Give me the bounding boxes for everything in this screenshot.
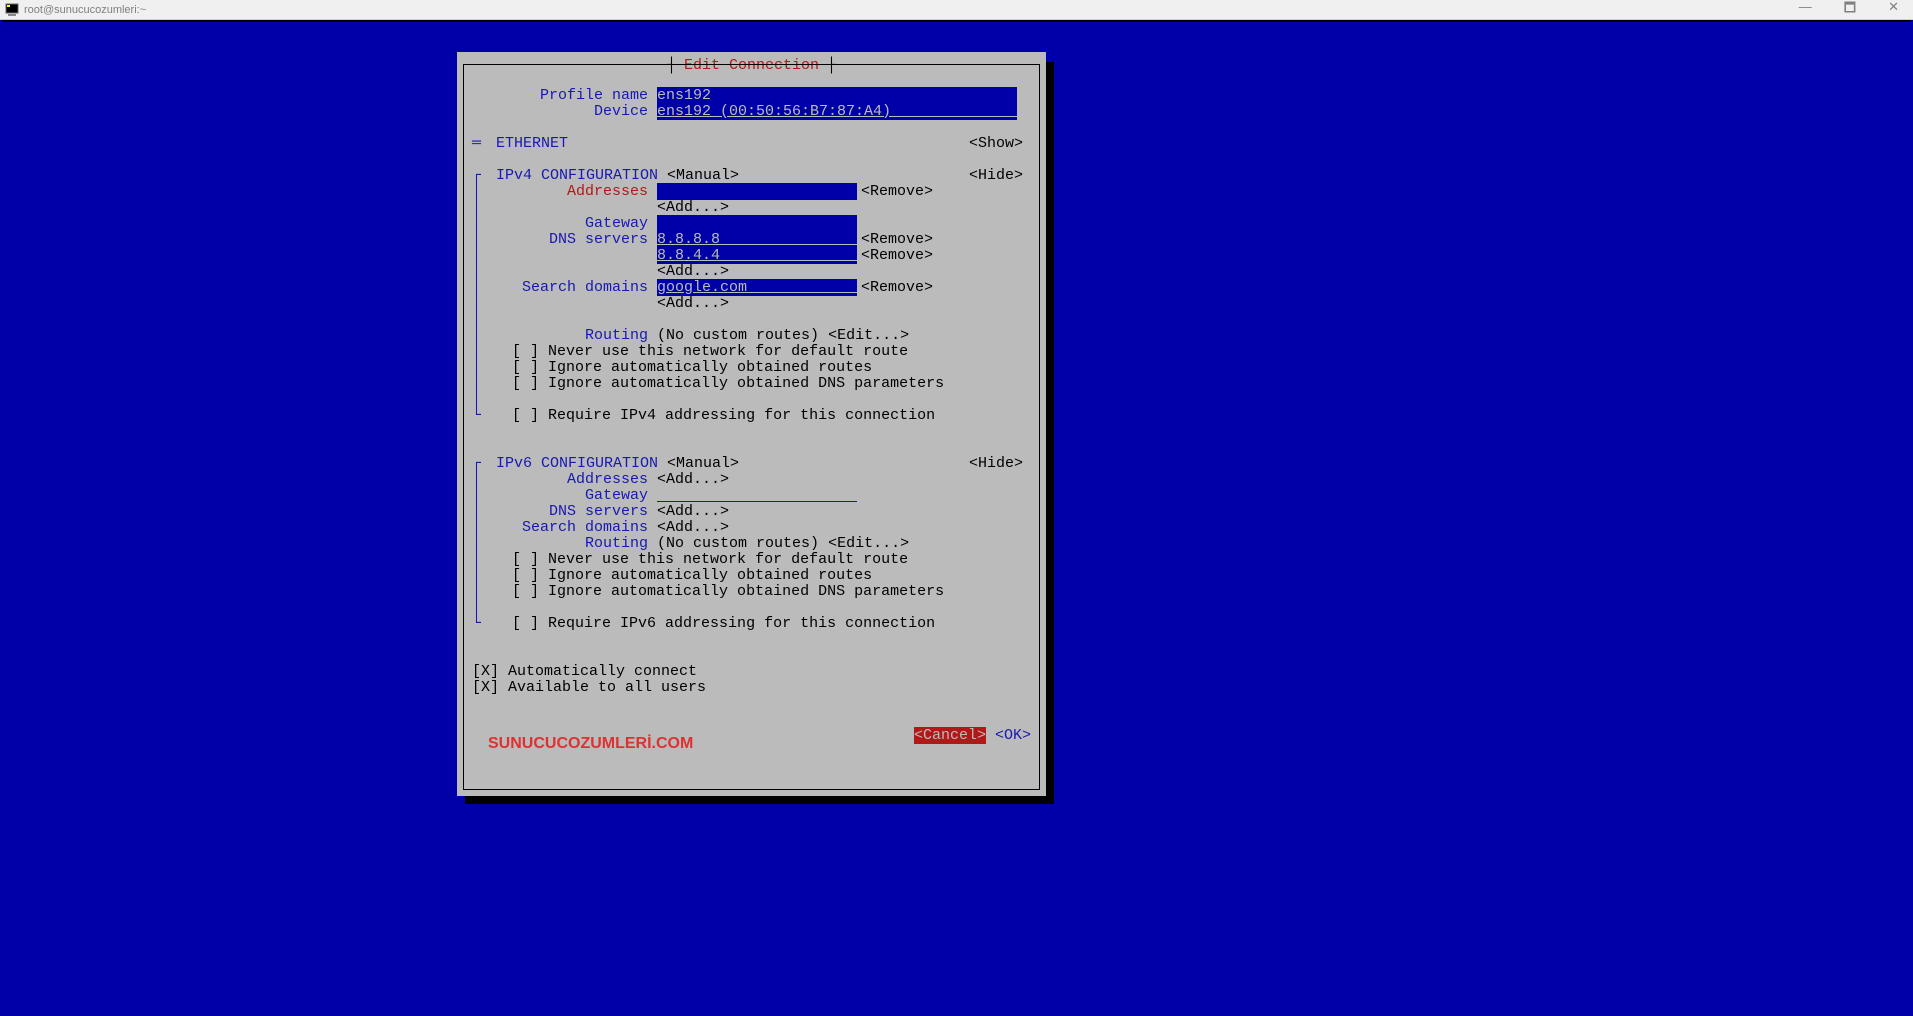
ipv6-never-default-checkbox[interactable]: [ ] [512, 551, 539, 568]
ipv4-section-label: IPv4 CONFIGURATION [496, 167, 658, 184]
ipv4-dns-add-button[interactable]: <Add...> [657, 263, 729, 280]
profile-name-input[interactable]: ens192 [657, 87, 1017, 104]
ipv4-search-remove-button[interactable]: <Remove> [861, 279, 933, 296]
ipv4-require-checkbox[interactable]: [ ] [512, 407, 539, 424]
ok-button[interactable]: <OK> [995, 727, 1031, 744]
ipv6-require-label: Require IPv6 addressing for this connect… [548, 615, 935, 632]
putty-icon [4, 2, 20, 18]
ipv6-ignore-dns-label: Ignore automatically obtained DNS parame… [548, 583, 944, 600]
all-users-label: Available to all users [508, 679, 706, 696]
ipv6-dns-label: DNS servers [496, 503, 648, 520]
ipv6-routing-edit-button[interactable]: <Edit...> [828, 535, 909, 552]
ethernet-show-button[interactable]: <Show> [969, 135, 1023, 152]
window-title: root@sunucucozumleri:~ [24, 4, 146, 16]
ipv6-mode-select[interactable]: <Manual> [667, 455, 739, 472]
ipv6-routing-label: Routing [496, 535, 648, 552]
all-users-checkbox[interactable]: [X] [472, 679, 499, 696]
ipv4-search-add-button[interactable]: <Add...> [657, 295, 729, 312]
watermark-text: SUNUCUCOZUMLERİ.COM [488, 735, 693, 753]
ipv6-gateway-input[interactable] [657, 488, 857, 502]
auto-connect-label: Automatically connect [508, 663, 697, 680]
device-input[interactable]: ens192 (00:50:56:B7:87:A4) [657, 103, 1017, 120]
ipv4-dns-label: DNS servers [496, 231, 648, 248]
ipv6-gateway-label: Gateway [496, 487, 648, 504]
ipv4-ignore-routes-label: Ignore automatically obtained routes [548, 359, 872, 376]
auto-connect-checkbox[interactable]: [X] [472, 663, 499, 680]
ipv6-hide-button[interactable]: <Hide> [969, 455, 1023, 472]
ipv6-ignore-routes-label: Ignore automatically obtained routes [548, 567, 872, 584]
ipv4-address-input[interactable] [657, 183, 857, 200]
terminal-area: ┤ Edit Connection ├ Profile name ens192 … [0, 20, 1913, 1016]
ipv4-addresses-label: Addresses [496, 183, 648, 200]
ipv6-tree-open: ┌ [472, 455, 496, 472]
edit-connection-dialog: ┤ Edit Connection ├ Profile name ens192 … [457, 52, 1046, 796]
ipv4-address-add-button[interactable]: <Add...> [657, 199, 729, 216]
ipv4-address-remove-button[interactable]: <Remove> [861, 183, 933, 200]
ipv4-routing-value: (No custom routes) [657, 327, 819, 344]
profile-name-label: Profile name [496, 87, 648, 104]
ipv6-require-checkbox[interactable]: [ ] [512, 615, 539, 632]
window-titlebar: root@sunucucozumleri:~ — 🗖 ✕ [0, 0, 1913, 20]
ipv4-dns2-input[interactable]: 8.8.4.4 [657, 247, 857, 264]
ipv4-ignore-routes-checkbox[interactable]: [ ] [512, 359, 539, 376]
ipv6-section-label: IPv6 CONFIGURATION [496, 455, 658, 472]
ethernet-collapse-icon[interactable]: ═ [472, 135, 496, 152]
ipv4-gateway-label: Gateway [496, 215, 648, 232]
ipv4-tree-open: ┌ [472, 167, 496, 184]
minimize-button[interactable]: — [1789, 0, 1822, 21]
ipv4-gateway-input[interactable] [657, 215, 857, 232]
ipv6-ignore-routes-checkbox[interactable]: [ ] [512, 567, 539, 584]
ipv4-dns1-remove-button[interactable]: <Remove> [861, 231, 933, 248]
ipv4-dns2-remove-button[interactable]: <Remove> [861, 247, 933, 264]
ipv6-search-label: Search domains [496, 519, 648, 536]
ipv6-never-default-label: Never use this network for default route [548, 551, 908, 568]
ipv4-never-default-label: Never use this network for default route [548, 343, 908, 360]
ipv4-ignore-dns-checkbox[interactable]: [ ] [512, 375, 539, 392]
ipv4-never-default-checkbox[interactable]: [ ] [512, 343, 539, 360]
ipv4-search-label: Search domains [496, 279, 648, 296]
ipv6-routing-value: (No custom routes) [657, 535, 819, 552]
ipv6-dns-add-button[interactable]: <Add...> [657, 503, 729, 520]
ipv6-addresses-label: Addresses [496, 471, 648, 488]
ipv4-dns1-input[interactable]: 8.8.8.8 [657, 231, 857, 248]
ipv4-ignore-dns-label: Ignore automatically obtained DNS parame… [548, 375, 944, 392]
maximize-button[interactable]: 🗖 [1834, 0, 1866, 21]
cancel-button[interactable]: <Cancel> [914, 727, 986, 744]
ipv4-routing-label: Routing [496, 327, 648, 344]
ipv4-hide-button[interactable]: <Hide> [969, 167, 1023, 184]
ipv6-search-add-button[interactable]: <Add...> [657, 519, 729, 536]
ipv6-ignore-dns-checkbox[interactable]: [ ] [512, 583, 539, 600]
ipv4-require-label: Require IPv4 addressing for this connect… [548, 407, 935, 424]
close-button[interactable]: ✕ [1878, 0, 1909, 21]
ipv4-mode-select[interactable]: <Manual> [667, 167, 739, 184]
ipv6-address-add-button[interactable]: <Add...> [657, 471, 729, 488]
ipv4-search-input[interactable]: google.com [657, 279, 857, 296]
device-label: Device [496, 103, 648, 120]
ipv4-routing-edit-button[interactable]: <Edit...> [828, 327, 909, 344]
ethernet-section-label: ETHERNET [496, 135, 568, 152]
